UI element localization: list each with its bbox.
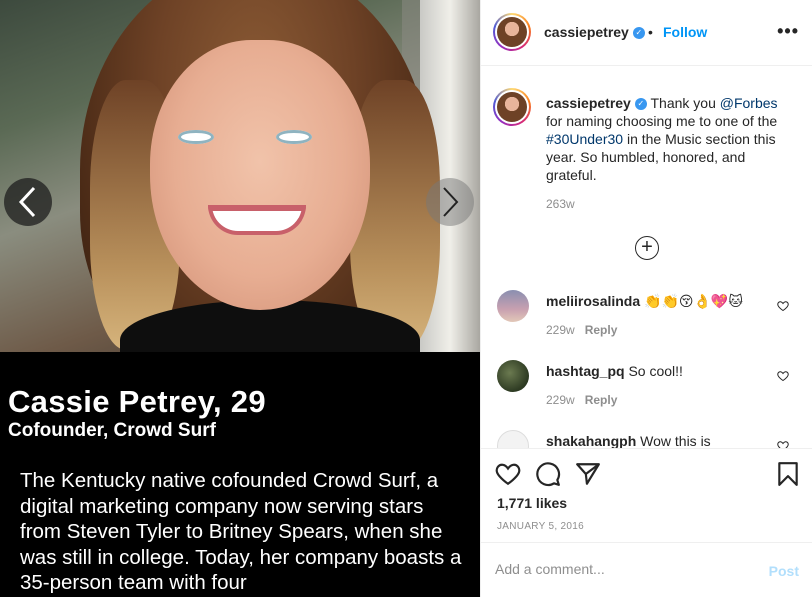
chevron-right-icon	[443, 187, 459, 217]
comment-text: meliirosalinda 👏👏😚👌💖🐱	[546, 292, 796, 310]
comment-time[interactable]: 229w	[546, 323, 575, 337]
comment-meta: 229w Reply	[546, 393, 617, 407]
add-comment-bar: Post	[481, 542, 812, 597]
caption-username[interactable]: cassiepetrey	[546, 95, 631, 111]
verified-badge-icon: ✓	[632, 27, 645, 40]
photo-eye-right	[276, 130, 312, 144]
verified-badge-icon: ✓	[634, 98, 647, 111]
reply-button[interactable]: Reply	[585, 323, 618, 337]
next-slide-button[interactable]	[426, 178, 474, 226]
plus-circle-icon: +	[641, 236, 653, 258]
comment-username[interactable]: meliirosalinda	[546, 293, 640, 309]
header-avatar[interactable]	[493, 13, 531, 51]
comment-time[interactable]: 229w	[546, 393, 575, 407]
like-comment-heart-icon[interactable]	[777, 440, 789, 448]
comment-text: hashtag_pq So cool!!	[546, 362, 796, 380]
previous-slide-button[interactable]	[4, 178, 52, 226]
commenter-avatar[interactable]	[497, 430, 529, 448]
comment-input[interactable]	[495, 561, 745, 577]
commenter-avatar[interactable]	[497, 290, 529, 322]
caption-timestamp[interactable]: 263w	[546, 197, 575, 211]
comment-body: Wow this is	[640, 433, 711, 448]
header-username-text[interactable]: cassiepetrey	[544, 24, 629, 40]
like-comment-heart-icon[interactable]	[777, 300, 789, 312]
likes-count[interactable]: 1,771 likes	[497, 495, 567, 511]
image-caption: Cassie Petrey, 29 Cofounder, Crowd Surf …	[0, 352, 480, 597]
post-photo	[0, 0, 480, 352]
caption-text-part: Thank you	[650, 95, 720, 111]
header-username[interactable]: cassiepetrey ✓	[544, 24, 645, 40]
post-header: cassiepetrey ✓ • Follow •••	[481, 0, 812, 66]
comment-username[interactable]: shakahangph	[546, 433, 636, 448]
comment-bubble-icon[interactable]	[535, 461, 561, 487]
photo-eye-left	[178, 130, 214, 144]
caption-text: cassiepetrey ✓ Thank you @Forbes for nami…	[546, 94, 796, 184]
comment-text: shakahangph Wow this is	[546, 432, 796, 448]
more-options-icon[interactable]: •••	[777, 22, 799, 40]
save-bookmark-icon[interactable]	[775, 461, 801, 487]
caption-avatar[interactable]	[493, 88, 531, 126]
post-date[interactable]: JANUARY 5, 2016	[497, 521, 584, 532]
commenter-avatar[interactable]	[497, 360, 529, 392]
comment-body: 👏👏😚👌💖🐱	[644, 293, 743, 309]
caption-body: The Kentucky native cofounded Crowd Surf…	[20, 469, 462, 594]
photo-smile	[208, 205, 306, 235]
caption-role: Cofounder, Crowd Surf	[8, 420, 216, 441]
comment-body: So cool!!	[628, 363, 683, 379]
post-media[interactable]: Cassie Petrey, 29 Cofounder, Crowd Surf …	[0, 0, 480, 597]
header-separator: •	[648, 24, 653, 40]
hashtag-link[interactable]: #30Under30	[546, 131, 623, 147]
chevron-left-icon	[18, 186, 36, 218]
caption-name: Cassie Petrey, 29	[8, 384, 266, 419]
post-actions: 1,771 likes JANUARY 5, 2016	[481, 448, 812, 542]
caption-text-part: for naming choosing me to one of the	[546, 113, 778, 129]
post-side-panel: cassiepetrey ✓ • Follow ••• cassiepetrey ✓…	[480, 0, 812, 597]
like-heart-icon[interactable]	[495, 461, 521, 487]
reply-button[interactable]: Reply	[585, 393, 618, 407]
photo-face	[150, 40, 370, 310]
post-comment-button[interactable]: Post	[769, 563, 799, 579]
load-more-comments-button[interactable]: +	[635, 236, 659, 260]
follow-button[interactable]: Follow	[663, 24, 707, 40]
like-comment-heart-icon[interactable]	[777, 370, 789, 382]
comments-section[interactable]: cassiepetrey ✓ Thank you @Forbes for nami…	[481, 66, 812, 448]
share-paper-plane-icon[interactable]	[575, 461, 601, 487]
mention-link[interactable]: @Forbes	[720, 95, 778, 111]
comment-username[interactable]: hashtag_pq	[546, 363, 625, 379]
comment-meta: 229w Reply	[546, 323, 617, 337]
